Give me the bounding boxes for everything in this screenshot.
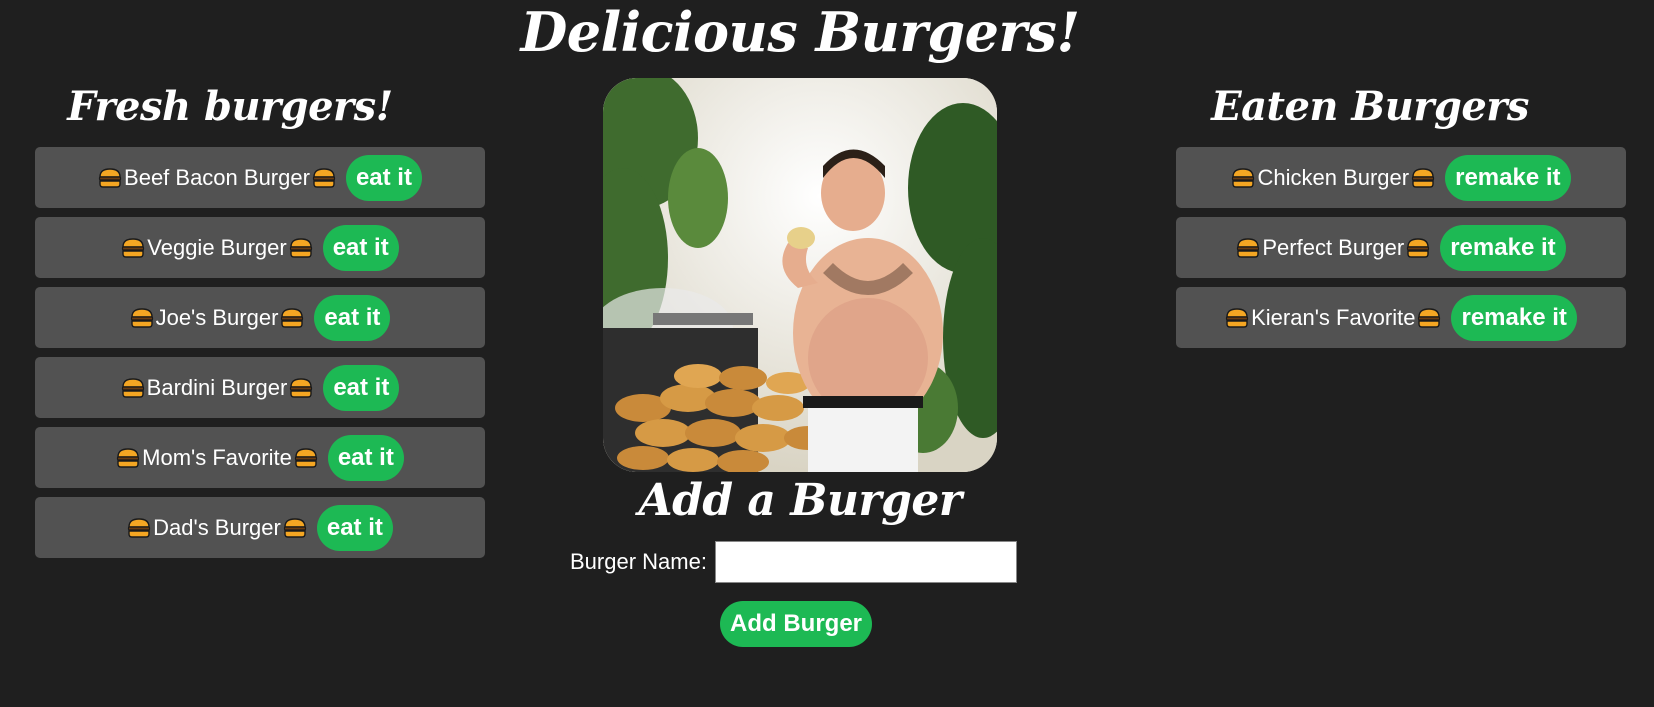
fresh-burgers-heading: Fresh burgers!: [67, 83, 393, 130]
burger-name: Bardini Burger: [146, 374, 288, 400]
burger-name-wrap: Joe's Burger: [130, 305, 305, 331]
burger-name: Veggie Burger: [147, 234, 287, 260]
burger-icon: [1412, 167, 1435, 188]
burger-icon: [289, 237, 312, 258]
eaten-burgers-heading: Eaten Burgers: [1211, 83, 1529, 130]
burger-name-wrap: Bardini Burger: [121, 375, 314, 401]
fresh-burger-card: Beef Bacon Burger eat it: [35, 147, 485, 208]
burger-name-wrap: Chicken Burger: [1231, 165, 1435, 191]
burger-name-wrap: Perfect Burger: [1236, 235, 1430, 261]
burger-icon: [1237, 237, 1260, 258]
burger-icon: [281, 307, 304, 328]
burger-name: Chicken Burger: [1257, 164, 1410, 190]
burger-name-wrap: Veggie Burger: [121, 235, 312, 261]
remake-it-button[interactable]: remake it: [1445, 154, 1571, 201]
burger-name: Beef Bacon Burger: [124, 164, 310, 190]
burger-icon: [1225, 307, 1249, 328]
burger-name: Joe's Burger: [155, 304, 279, 330]
eat-it-button[interactable]: eat it: [322, 224, 399, 271]
burger-icon: [1232, 167, 1255, 188]
photo-illustration: [603, 78, 997, 472]
remake-it-button[interactable]: remake it: [1451, 294, 1577, 341]
fresh-burger-card: Joe's Burger eat it: [35, 287, 485, 348]
burger-icon: [1418, 307, 1441, 328]
eaten-burger-card: Kieran's Favorite remake it: [1176, 287, 1626, 348]
burger-icon: [1407, 237, 1430, 258]
eat-it-button[interactable]: eat it: [323, 364, 400, 411]
eaten-burger-list: Chicken Burger remake it Perfect Burger …: [1176, 147, 1626, 348]
burger-icon: [117, 447, 140, 468]
burger-name: Kieran's Favorite: [1251, 304, 1416, 330]
burger-man-photo: [603, 78, 997, 472]
remake-it-button[interactable]: remake it: [1440, 224, 1566, 271]
burger-icon: [98, 167, 122, 188]
fresh-burger-card: Bardini Burger eat it: [35, 357, 485, 418]
burger-icon: [294, 447, 317, 468]
add-burger-heading: Add a Burger: [638, 475, 962, 526]
fresh-burger-card: Veggie Burger eat it: [35, 217, 485, 278]
burger-icon: [312, 167, 336, 188]
burger-icon: [121, 377, 144, 398]
eat-it-button[interactable]: eat it: [345, 154, 422, 201]
burger-name-input[interactable]: [714, 541, 1017, 583]
add-burger-form: Burger Name:: [570, 541, 1017, 583]
eat-it-button[interactable]: eat it: [314, 294, 391, 341]
burger-name-wrap: Kieran's Favorite: [1225, 305, 1441, 331]
eaten-burger-card: Chicken Burger remake it: [1176, 147, 1626, 208]
burger-name-wrap: Beef Bacon Burger: [98, 165, 336, 191]
burger-icon: [290, 377, 313, 398]
burger-name-label: Burger Name:: [570, 549, 707, 574]
page-title: Delicious Burgers!: [520, 0, 1080, 64]
burger-icon: [130, 307, 153, 328]
add-burger-button[interactable]: Add Burger: [720, 601, 872, 647]
page: Delicious Burgers! Fresh burgers! Eaten …: [0, 0, 1654, 707]
burger-name: Mom's Favorite: [142, 444, 292, 470]
burger-name: Perfect Burger: [1262, 234, 1405, 260]
burger-name-wrap: Mom's Favorite: [116, 445, 318, 471]
burger-icon: [122, 237, 145, 258]
eaten-burger-card: Perfect Burger remake it: [1176, 217, 1626, 278]
